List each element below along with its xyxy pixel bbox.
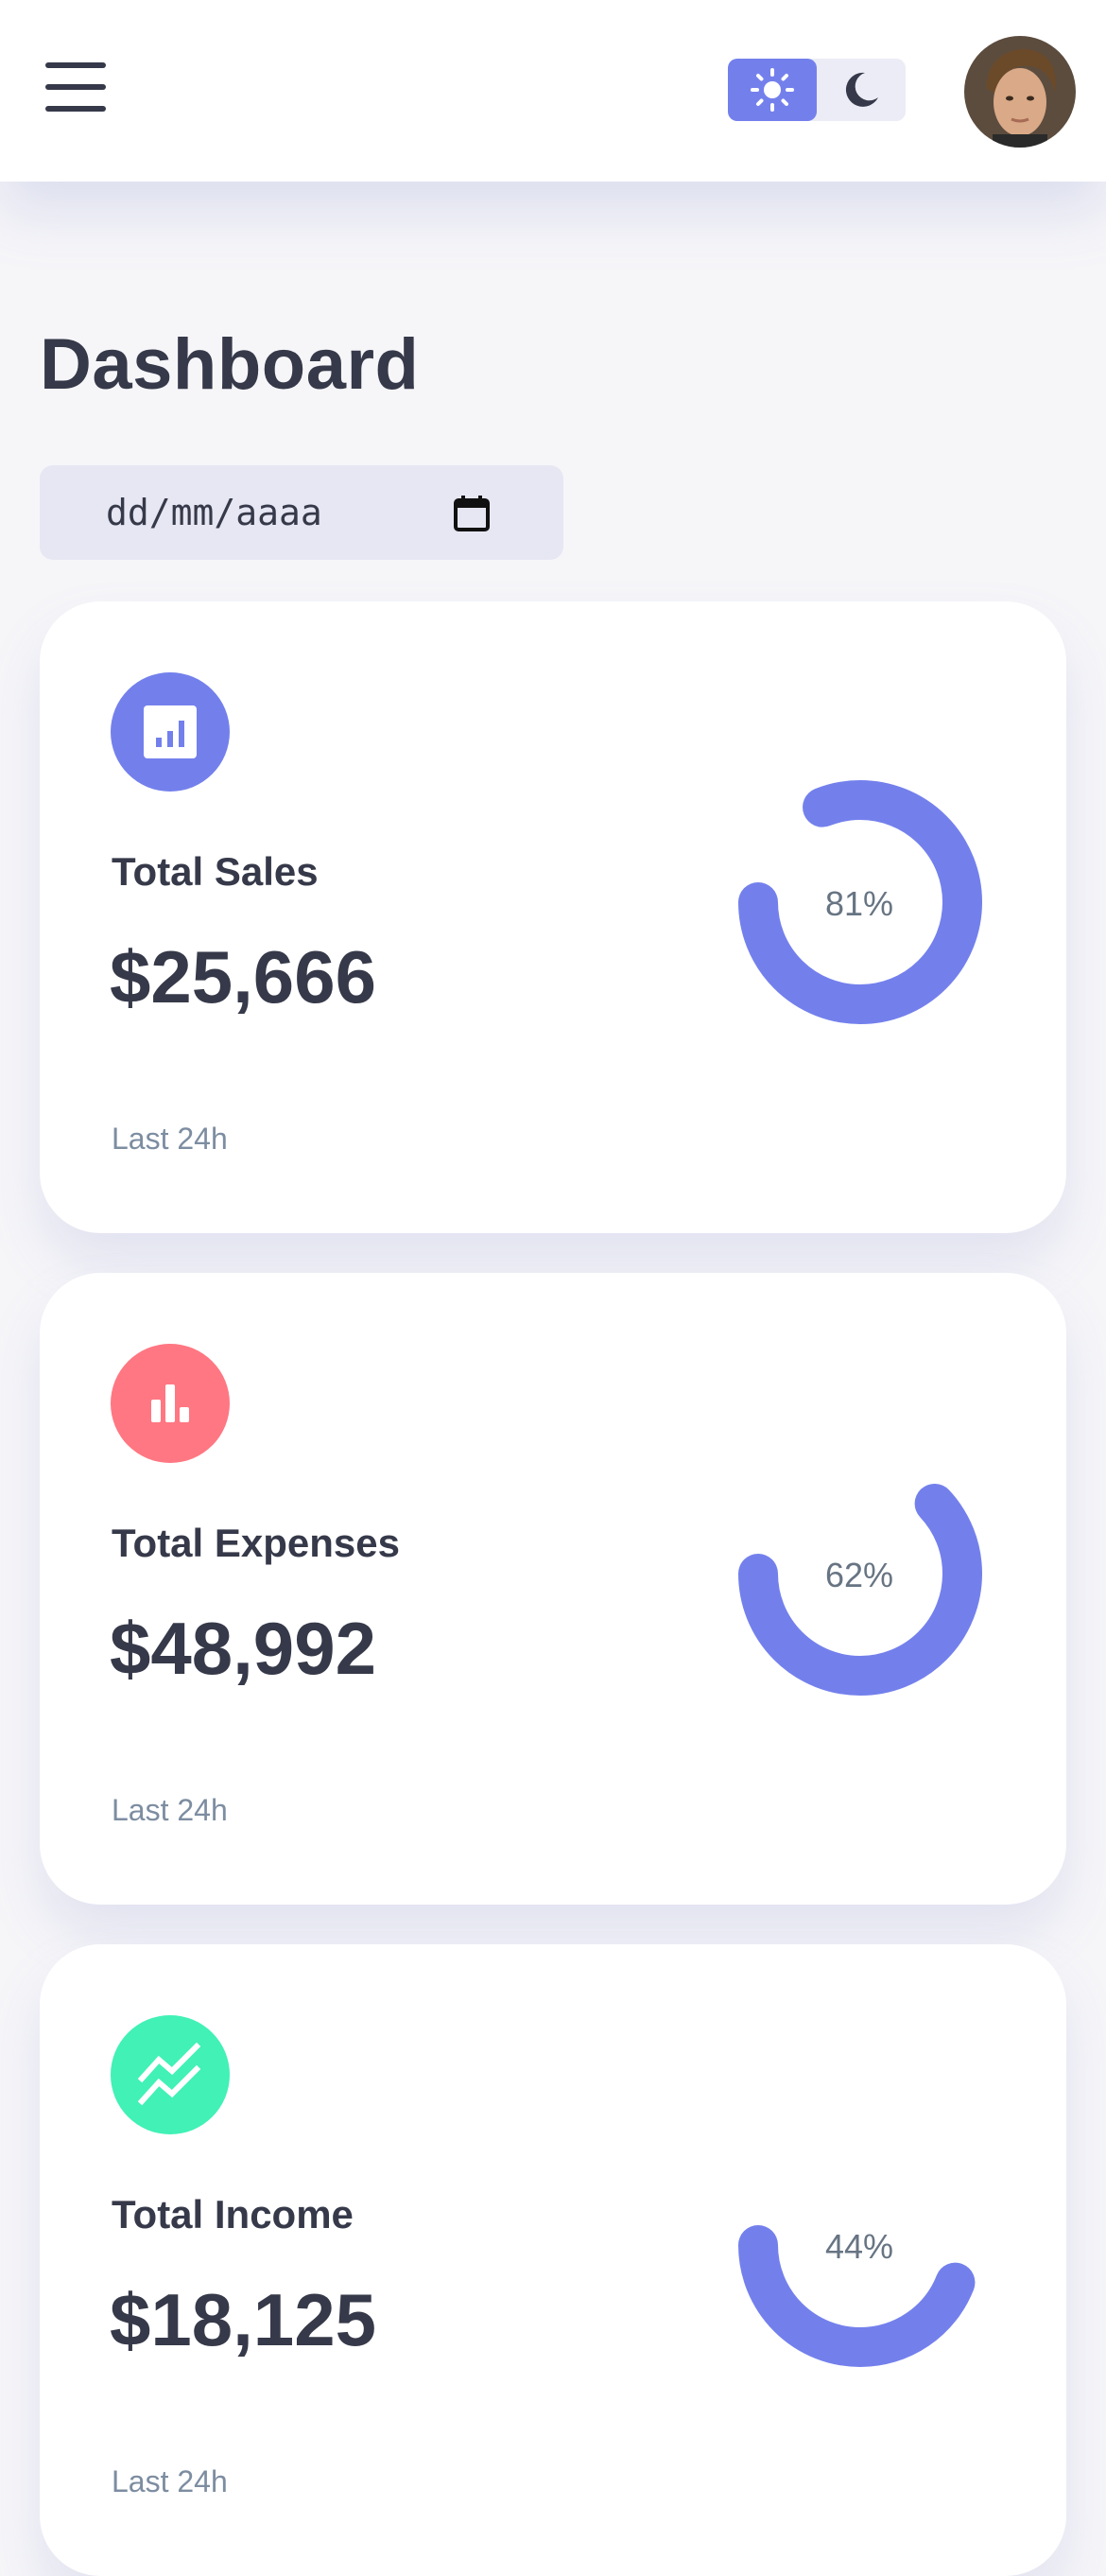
- progress-percent: 62%: [824, 1556, 894, 1594]
- card-amount: $18,125: [110, 2278, 376, 2361]
- top-bar: [0, 0, 1106, 182]
- sun-icon: [751, 68, 794, 112]
- sales-card: Total Sales $25,666 Last 24h 81%: [40, 601, 1066, 1233]
- progress-percent: 44%: [824, 2227, 894, 2266]
- page-title: Dashboard: [40, 324, 420, 405]
- date-placeholder: dd/mm/aaaa: [106, 492, 322, 533]
- sales-icon-circle: [111, 672, 230, 792]
- income-icon-circle: [111, 2015, 230, 2134]
- card-label: Total Income: [112, 2192, 354, 2237]
- stacked-line-chart-icon: [137, 2042, 201, 2106]
- progress-percent: 81%: [824, 884, 894, 923]
- bar-chart-icon: [151, 1384, 189, 1422]
- calendar-icon[interactable]: [452, 494, 492, 533]
- theme-toggler[interactable]: [728, 59, 906, 121]
- menu-button[interactable]: [45, 62, 113, 112]
- analytics-icon: [144, 705, 197, 758]
- expenses-icon-circle: [111, 1344, 230, 1463]
- profile-photo: [964, 36, 1076, 148]
- date-input[interactable]: dd/mm/aaaa: [40, 465, 563, 560]
- card-meta: Last 24h: [112, 2464, 228, 2498]
- menu-bar-3: [45, 106, 106, 112]
- card-meta: Last 24h: [112, 1793, 228, 1827]
- progress-ring: 44%: [720, 2109, 985, 2374]
- dark-mode-button[interactable]: [817, 59, 906, 121]
- progress-ring: 62%: [720, 1437, 985, 1702]
- menu-bar-1: [45, 62, 106, 68]
- card-amount: $25,666: [110, 935, 376, 1018]
- expenses-card: Total Expenses $48,992 Last 24h 62%: [40, 1273, 1066, 1905]
- light-mode-button[interactable]: [728, 59, 817, 121]
- income-card: Total Income $18,125 Last 24h 44%: [40, 1944, 1066, 2576]
- card-label: Total Expenses: [112, 1521, 400, 1565]
- moon-icon: [845, 72, 878, 107]
- menu-bar-2: [45, 84, 106, 90]
- card-label: Total Sales: [112, 849, 319, 894]
- card-meta: Last 24h: [112, 1122, 228, 1156]
- progress-ring: 81%: [720, 766, 985, 1031]
- profile-avatar[interactable]: [964, 36, 1076, 148]
- card-amount: $48,992: [110, 1607, 376, 1690]
